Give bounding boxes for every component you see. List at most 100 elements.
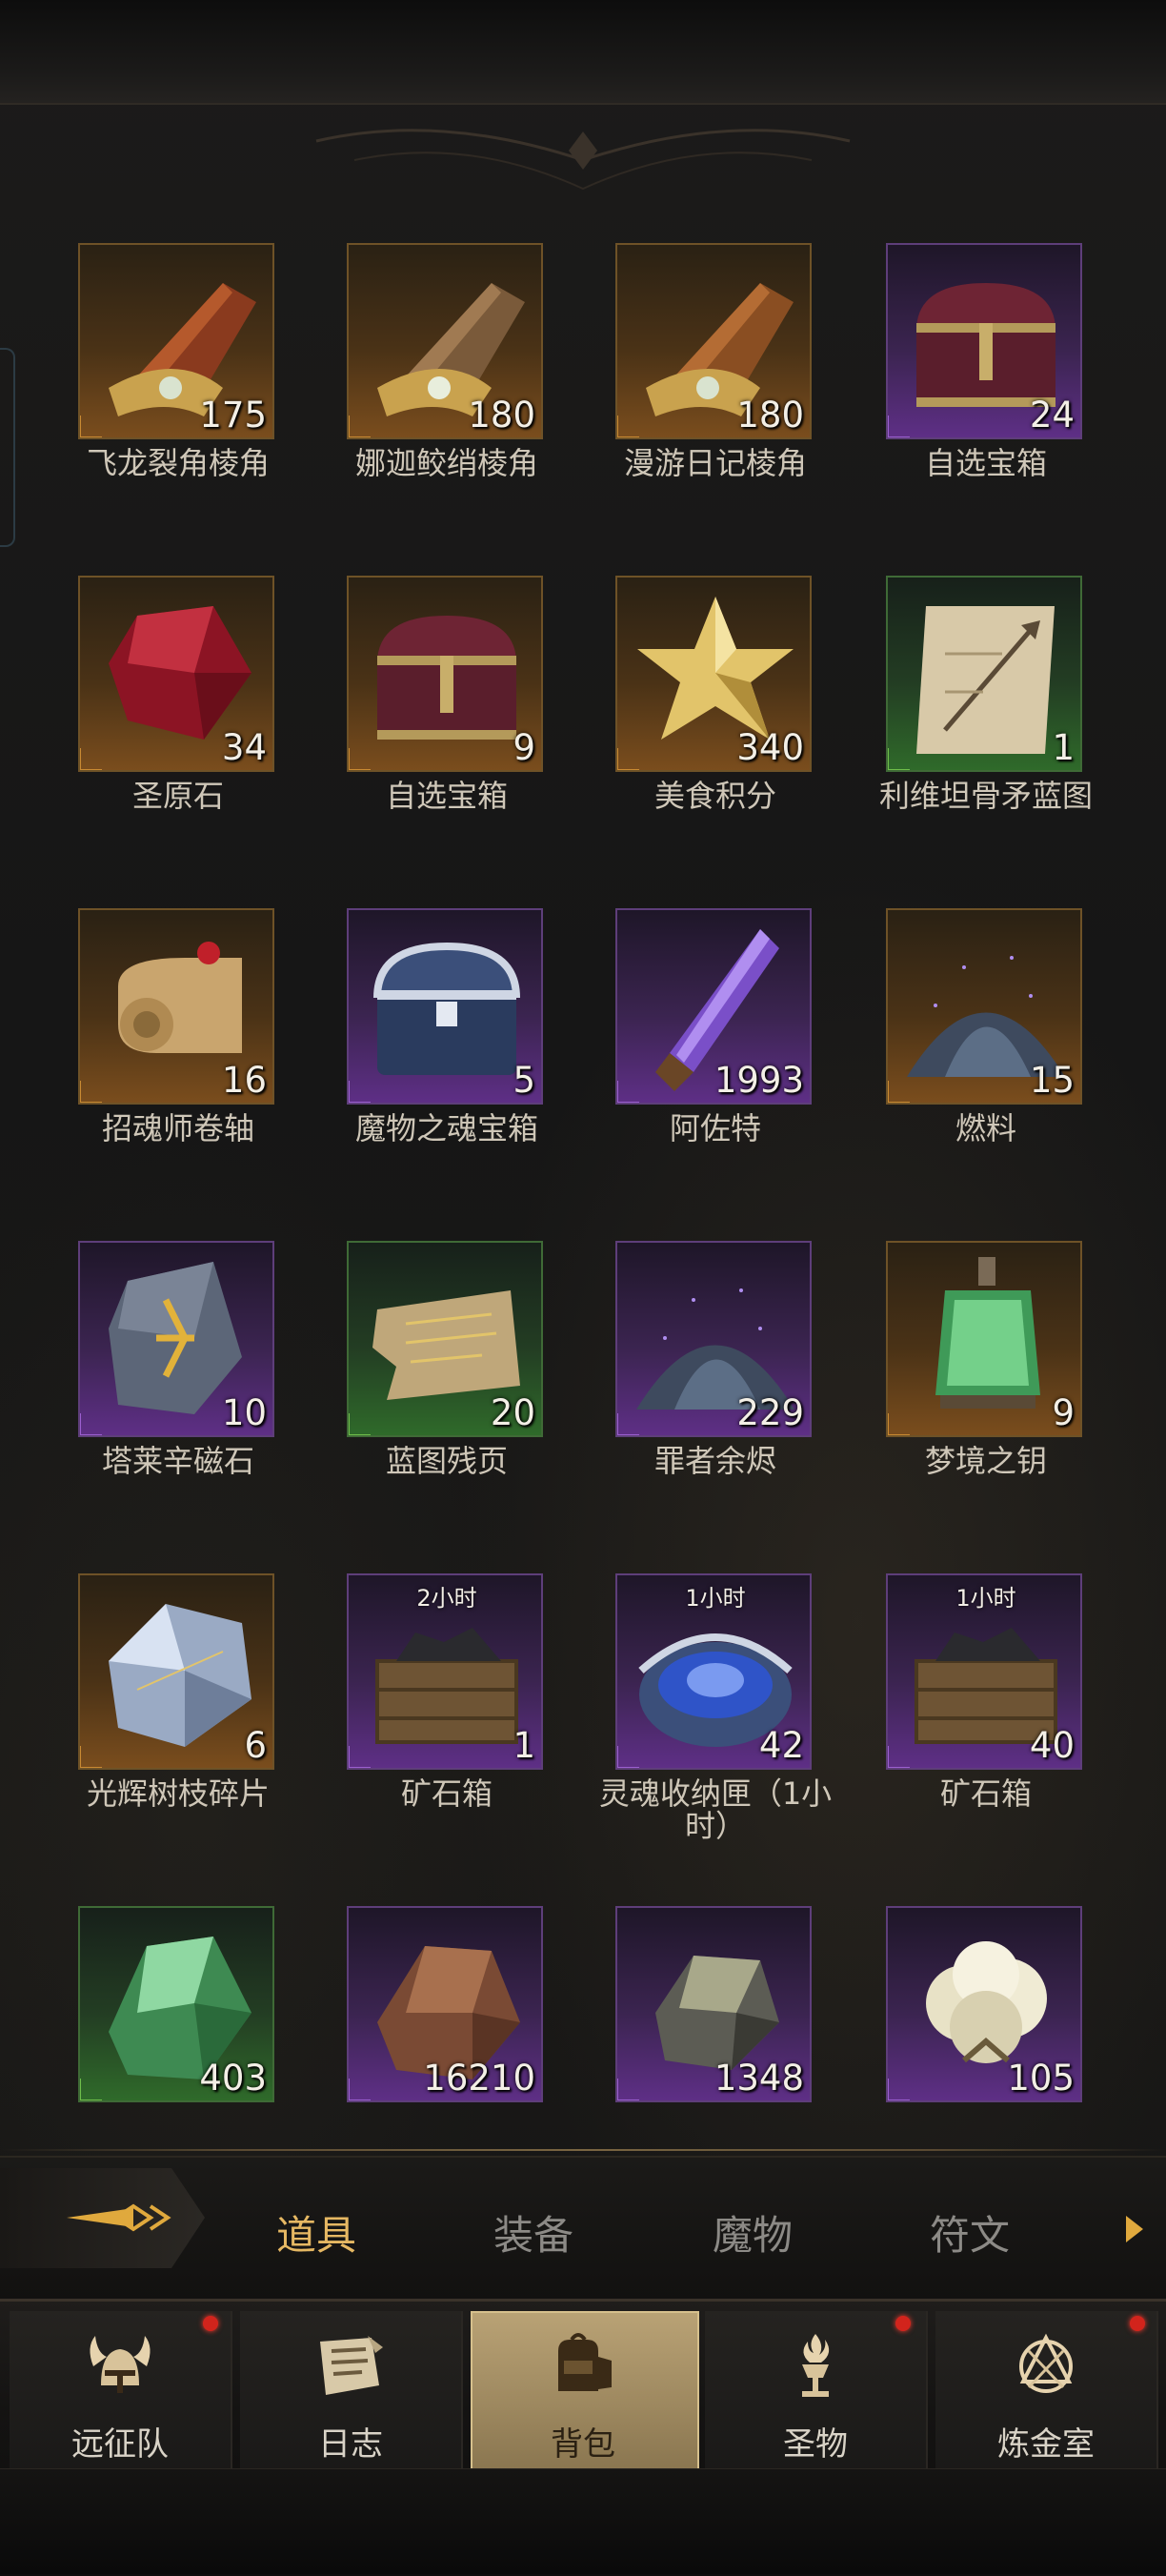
nav-relics[interactable]: 圣物 bbox=[705, 2311, 928, 2468]
item-name: 燃料 bbox=[955, 1110, 1016, 1146]
torch-chalice-icon bbox=[802, 2334, 830, 2397]
item-timer: 2小时 bbox=[416, 1585, 477, 1612]
item-slot[interactable]: 1 bbox=[886, 576, 1082, 772]
inventory-item[interactable]: 20 蓝图残页 bbox=[347, 1241, 547, 1555]
inventory-item[interactable]: 16 招魂师卷轴 bbox=[78, 908, 278, 1223]
item-count: 229 bbox=[736, 1392, 804, 1433]
inventory-item[interactable]: 2小时 1 矿石箱 bbox=[347, 1573, 547, 1888]
filter-button[interactable] bbox=[0, 2168, 205, 2268]
alchemy-symbol-icon bbox=[1019, 2333, 1073, 2393]
item-slot[interactable]: 20 bbox=[347, 1241, 543, 1437]
item-slot[interactable]: 24 bbox=[886, 243, 1082, 439]
nav-label: 圣物 bbox=[783, 2425, 848, 2464]
item-count: 24 bbox=[1029, 395, 1075, 436]
item-name: 魔物之魂宝箱 bbox=[354, 1110, 538, 1146]
inventory-item[interactable]: 180 漫游日记棱角 bbox=[615, 243, 815, 558]
tab-runes[interactable]: 符文 bbox=[884, 2203, 1055, 2262]
rarity-corner bbox=[617, 748, 639, 770]
inventory-item[interactable]: 15 燃料 bbox=[886, 908, 1086, 1223]
side-handle[interactable] bbox=[0, 348, 15, 547]
rarity-corner bbox=[888, 2079, 910, 2100]
notification-badge bbox=[1130, 2316, 1145, 2331]
item-slot[interactable]: 105 bbox=[886, 1906, 1082, 2102]
notification-badge bbox=[203, 2316, 218, 2331]
item-slot[interactable]: 16210 bbox=[347, 1906, 543, 2102]
rarity-corner bbox=[80, 416, 102, 437]
item-slot[interactable]: 403 bbox=[78, 1906, 274, 2102]
item-slot[interactable]: 2小时 1 bbox=[347, 1573, 543, 1770]
nav-label: 背包 bbox=[551, 2425, 615, 2464]
top-frame bbox=[0, 0, 1166, 105]
tab-monsters[interactable]: 魔物 bbox=[667, 2203, 838, 2262]
inventory-item[interactable]: 1小时 40 矿石箱 bbox=[886, 1573, 1086, 1888]
item-name: 招魂师卷轴 bbox=[101, 1110, 254, 1146]
inventory-item[interactable]: 9 梦境之钥 bbox=[886, 1241, 1086, 1555]
inventory-item[interactable]: 180 娜迦鲛绡棱角 bbox=[347, 243, 547, 558]
rarity-corner bbox=[617, 2079, 639, 2100]
item-slot[interactable]: 16 bbox=[78, 908, 274, 1105]
item-slot[interactable]: 1小时 40 bbox=[886, 1573, 1082, 1770]
filter-icon bbox=[67, 2203, 171, 2232]
inventory-item[interactable]: 34 圣原石 bbox=[78, 576, 278, 890]
bottom-frame bbox=[0, 2468, 1166, 2574]
item-count: 1 bbox=[1052, 727, 1075, 768]
inventory-item[interactable]: 175 飞龙裂角棱角 bbox=[78, 243, 278, 558]
inventory-item[interactable]: 1993 阿佐特 bbox=[615, 908, 815, 1223]
inventory-item[interactable]: 1 利维坦骨矛蓝图 bbox=[879, 576, 1093, 890]
item-slot[interactable]: 9 bbox=[347, 576, 543, 772]
item-slot[interactable]: 229 bbox=[615, 1241, 812, 1437]
rarity-corner bbox=[349, 748, 371, 770]
inventory-item[interactable]: 6 光辉树枝碎片 bbox=[78, 1573, 278, 1888]
item-name: 灵魂收纳匣（1小时） bbox=[598, 1775, 833, 1844]
inventory-item[interactable]: 229 罪者余烬 bbox=[615, 1241, 815, 1555]
inventory-item[interactable]: 1小时 42 灵魂收纳匣（1小时） bbox=[599, 1573, 832, 1888]
rarity-corner bbox=[80, 1081, 102, 1103]
item-slot[interactable]: 6 bbox=[78, 1573, 274, 1770]
inventory-item[interactable]: 10 塔莱辛磁石 bbox=[78, 1241, 278, 1555]
item-name: 自选宝箱 bbox=[385, 778, 508, 814]
nav-alchemy[interactable]: 炼金室 bbox=[935, 2311, 1158, 2468]
backpack-icon bbox=[558, 2333, 612, 2391]
nav-journal[interactable]: 日志 bbox=[240, 2311, 463, 2468]
next-tab-arrow-icon[interactable] bbox=[1126, 2216, 1143, 2242]
nav-expedition[interactable]: 远征队 bbox=[10, 2311, 232, 2468]
item-timer: 1小时 bbox=[955, 1585, 1016, 1612]
item-slot[interactable]: 9 bbox=[886, 1241, 1082, 1437]
tab-items[interactable]: 道具 bbox=[231, 2203, 402, 2262]
item-name: 矿石箱 bbox=[939, 1775, 1032, 1812]
inventory-item[interactable]: 340 美食积分 bbox=[615, 576, 815, 890]
item-count: 10 bbox=[221, 1392, 267, 1433]
item-name: 蓝图残页 bbox=[385, 1443, 508, 1479]
inventory-item[interactable]: 9 自选宝箱 bbox=[347, 576, 547, 890]
ornament-decoration bbox=[315, 129, 851, 191]
item-name: 罪者余烬 bbox=[653, 1443, 776, 1479]
item-slot[interactable]: 180 bbox=[615, 243, 812, 439]
item-count: 16210 bbox=[423, 2058, 535, 2099]
item-count: 34 bbox=[221, 727, 267, 768]
rarity-corner bbox=[888, 748, 910, 770]
divider bbox=[0, 2149, 1166, 2151]
nav-label: 远征队 bbox=[71, 2425, 169, 2464]
item-count: 180 bbox=[736, 395, 804, 436]
item-slot[interactable]: 1348 bbox=[615, 1906, 812, 2102]
notification-badge bbox=[895, 2316, 911, 2331]
item-count: 1 bbox=[513, 1725, 535, 1766]
inventory-item[interactable]: 5 魔物之魂宝箱 bbox=[347, 908, 547, 1223]
item-slot[interactable]: 175 bbox=[78, 243, 274, 439]
item-slot[interactable]: 34 bbox=[78, 576, 274, 772]
journal-icon bbox=[320, 2336, 383, 2395]
viking-helmet-icon bbox=[90, 2336, 151, 2393]
item-slot[interactable]: 1993 bbox=[615, 908, 812, 1105]
nav-backpack[interactable]: 背包 bbox=[471, 2311, 699, 2472]
inventory-item[interactable]: 24 自选宝箱 bbox=[886, 243, 1086, 558]
item-count: 42 bbox=[758, 1725, 804, 1766]
item-name: 利维坦骨矛蓝图 bbox=[878, 778, 1093, 814]
item-slot[interactable]: 5 bbox=[347, 908, 543, 1105]
tab-equipment[interactable]: 装备 bbox=[448, 2203, 619, 2262]
item-slot[interactable]: 1小时 42 bbox=[615, 1573, 812, 1770]
item-slot[interactable]: 15 bbox=[886, 908, 1082, 1105]
item-slot[interactable]: 180 bbox=[347, 243, 543, 439]
item-slot[interactable]: 10 bbox=[78, 1241, 274, 1437]
item-count: 403 bbox=[199, 2058, 267, 2099]
item-slot[interactable]: 340 bbox=[615, 576, 812, 772]
